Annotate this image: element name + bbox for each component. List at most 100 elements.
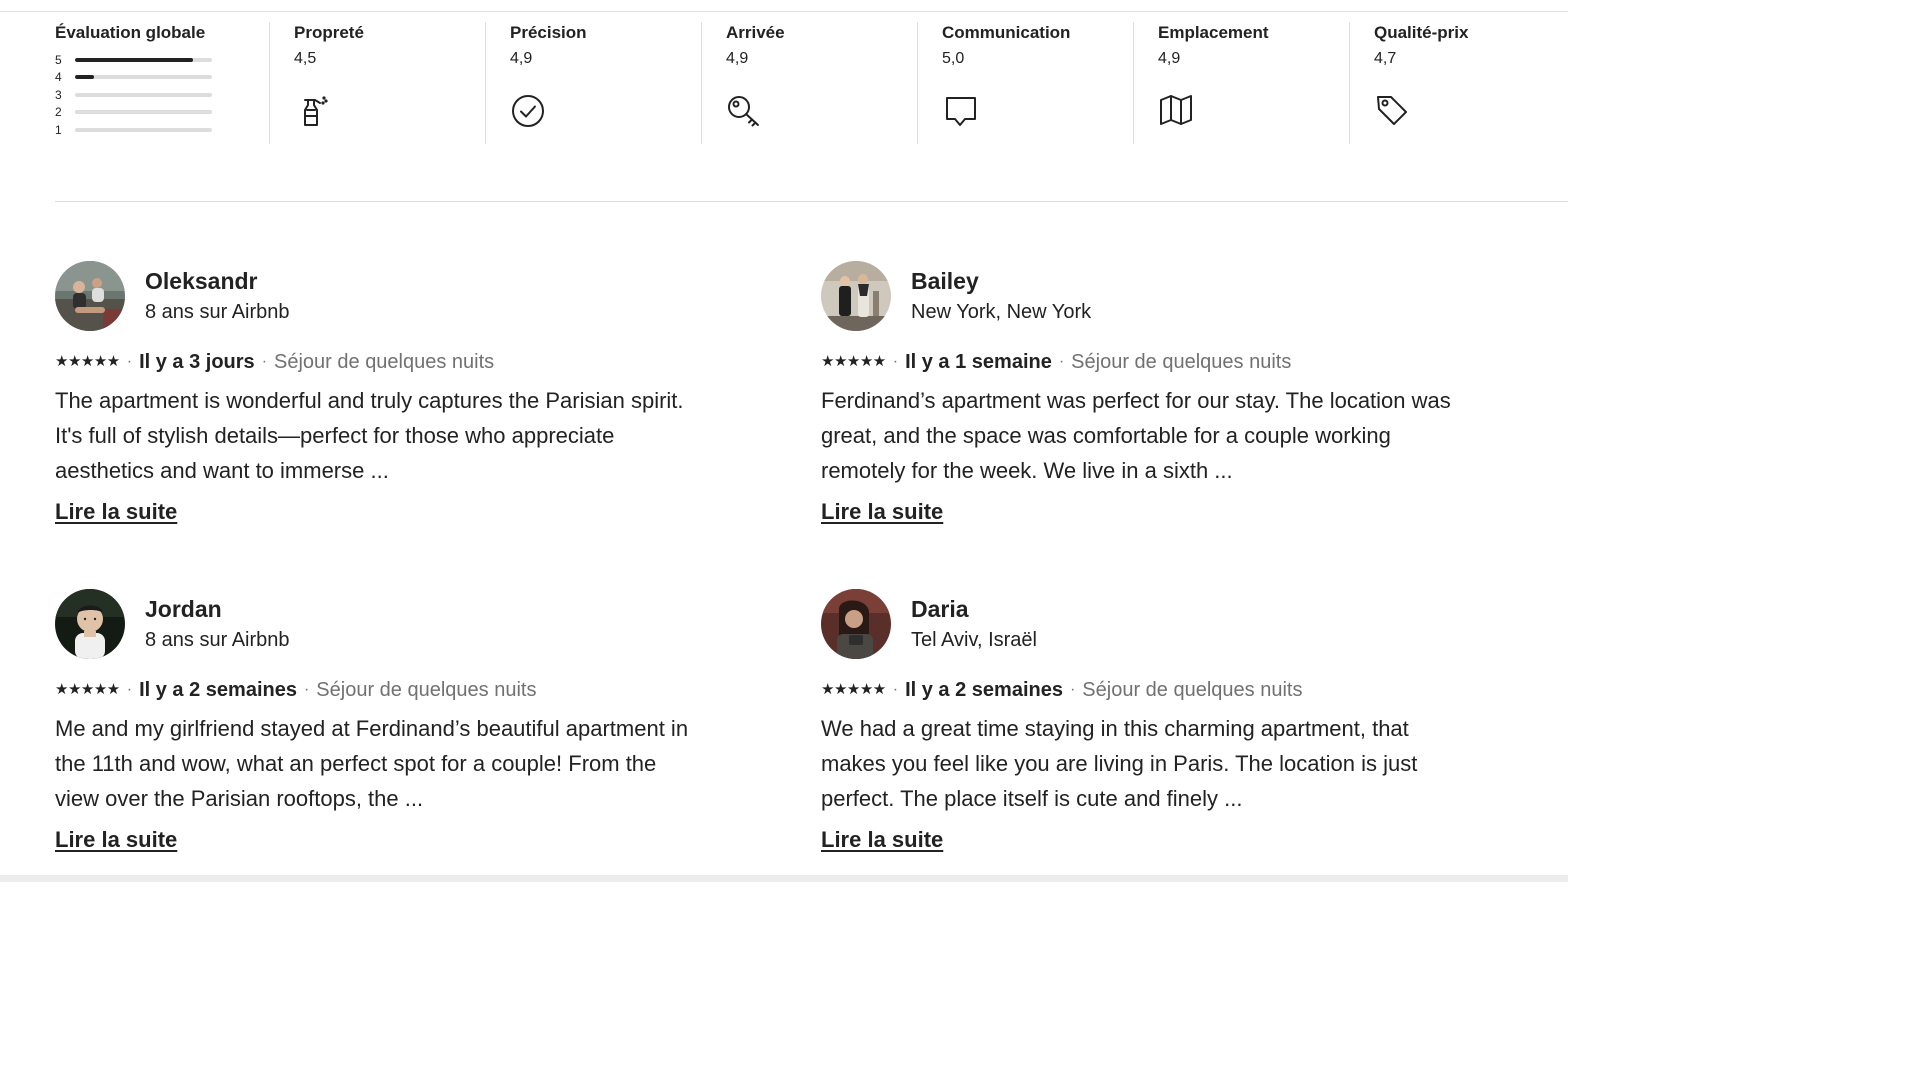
chat-bubble-icon bbox=[942, 92, 978, 128]
rating-bar-stars: 3 bbox=[55, 87, 62, 102]
key-icon bbox=[726, 92, 762, 128]
reviewer-name: Daria bbox=[911, 596, 969, 622]
category-value: 4,9 bbox=[510, 50, 533, 67]
reviewer-subtitle: 8 ans sur Airbnb bbox=[145, 629, 290, 651]
category-value: 4,7 bbox=[1374, 50, 1397, 67]
reviewer-header: Daria Tel Aviv, Israël bbox=[821, 589, 1481, 659]
category-cleanliness: Propreté 4,5 bbox=[270, 22, 486, 144]
category-label: Arrivée bbox=[726, 23, 785, 42]
separator-dot: · bbox=[1058, 353, 1065, 370]
rating-bar-fill bbox=[75, 57, 193, 62]
review-card: Jordan 8 ans sur Airbnb ★★★★★ · Il y a 2… bbox=[55, 589, 715, 854]
reviewer-name: Jordan bbox=[145, 596, 222, 622]
reviewer-subtitle: New York, New York bbox=[911, 301, 1092, 323]
review-date: Il y a 3 jours bbox=[139, 351, 255, 373]
star-rating: ★★★★★ bbox=[821, 681, 886, 698]
avatar[interactable] bbox=[55, 589, 125, 659]
rating-bar-row: 4 bbox=[55, 69, 269, 87]
reviewer-name: Bailey bbox=[911, 268, 979, 294]
separator-dot: · bbox=[1069, 681, 1076, 698]
review-card: Bailey New York, New York ★★★★★ · Il y a… bbox=[821, 261, 1481, 526]
rating-bar-row: 2 bbox=[55, 104, 269, 122]
category-location: Emplacement 4,9 bbox=[1134, 22, 1350, 144]
rating-bar-row: 5 bbox=[55, 51, 269, 69]
category-label: Précision bbox=[510, 23, 587, 42]
reviewer-header: Bailey New York, New York bbox=[821, 261, 1481, 331]
rating-bar-stars: 5 bbox=[55, 52, 62, 67]
category-value-for-money: Qualité-prix 4,7 bbox=[1350, 22, 1566, 144]
star-rating: ★★★★★ bbox=[55, 681, 120, 698]
map-icon bbox=[1158, 92, 1194, 128]
overall-rating: Évaluation globale 5 4 3 2 1 bbox=[55, 22, 270, 144]
review-meta: ★★★★★ · Il y a 3 jours · Séjour de quelq… bbox=[55, 349, 715, 375]
reviews-page: Évaluation globale 5 4 3 2 1 Propreté 4,… bbox=[0, 0, 1568, 882]
reviewer-header: Oleksandr 8 ans sur Airbnb bbox=[55, 261, 715, 331]
review-date: Il y a 2 semaines bbox=[905, 679, 1063, 701]
rating-bar-stars: 1 bbox=[55, 122, 62, 137]
review-meta: ★★★★★ · Il y a 2 semaines · Séjour de qu… bbox=[55, 677, 715, 703]
spray-bottle-icon bbox=[294, 92, 330, 128]
rating-bar-stars: 4 bbox=[55, 70, 62, 85]
category-label: Communication bbox=[942, 23, 1071, 42]
rating-bar-stars: 2 bbox=[55, 105, 62, 120]
review-card: Oleksandr 8 ans sur Airbnb ★★★★★ · Il y … bbox=[55, 261, 715, 526]
stay-type: Séjour de quelques nuits bbox=[316, 679, 537, 701]
separator-dot: · bbox=[892, 353, 899, 370]
avatar[interactable] bbox=[821, 261, 891, 331]
review-date: Il y a 1 semaine bbox=[905, 351, 1052, 373]
reviewer-subtitle: Tel Aviv, Israël bbox=[911, 629, 1037, 651]
reviewer-info: Oleksandr 8 ans sur Airbnb bbox=[145, 267, 290, 325]
category-communication: Communication 5,0 bbox=[918, 22, 1134, 144]
reviewer-name: Oleksandr bbox=[145, 268, 258, 294]
read-more-link[interactable]: Lire la suite bbox=[821, 498, 943, 526]
review-card: Daria Tel Aviv, Israël ★★★★★ · Il y a 2 … bbox=[821, 589, 1481, 854]
category-value: 4,5 bbox=[294, 50, 317, 67]
separator-dot: · bbox=[126, 353, 133, 370]
review-text: Me and my girlfriend stayed at Ferdinand… bbox=[55, 716, 689, 811]
review-text: Ferdinand’s apartment was perfect for ou… bbox=[821, 388, 1451, 483]
category-label: Propreté bbox=[294, 23, 364, 42]
read-more-link[interactable]: Lire la suite bbox=[55, 498, 177, 526]
reviewer-info: Jordan 8 ans sur Airbnb bbox=[145, 595, 290, 653]
category-label: Emplacement bbox=[1158, 23, 1269, 42]
category-value: 5,0 bbox=[942, 50, 965, 67]
category-check-in: Arrivée 4,9 bbox=[702, 22, 918, 144]
rating-bar-row: 3 bbox=[55, 86, 269, 104]
category-accuracy: Précision 4,9 bbox=[486, 22, 702, 144]
stay-type: Séjour de quelques nuits bbox=[1071, 351, 1292, 373]
stay-type: Séjour de quelques nuits bbox=[1082, 679, 1303, 701]
section-divider bbox=[55, 201, 1568, 202]
price-tag-icon bbox=[1374, 92, 1410, 128]
category-value: 4,9 bbox=[726, 50, 749, 67]
avatar[interactable] bbox=[55, 261, 125, 331]
review-text: The apartment is wonderful and truly cap… bbox=[55, 388, 684, 483]
separator-dot: · bbox=[303, 681, 310, 698]
separator-dot: · bbox=[261, 353, 268, 370]
rating-bar-track bbox=[75, 57, 212, 62]
read-more-link[interactable]: Lire la suite bbox=[55, 826, 177, 854]
reviewer-info: Bailey New York, New York bbox=[911, 267, 1091, 325]
read-more-link[interactable]: Lire la suite bbox=[821, 826, 943, 854]
separator-dot: · bbox=[126, 681, 133, 698]
rating-bar-track bbox=[75, 110, 212, 115]
top-border bbox=[0, 11, 1568, 12]
avatar[interactable] bbox=[821, 589, 891, 659]
review-date: Il y a 2 semaines bbox=[139, 679, 297, 701]
separator-dot: · bbox=[892, 681, 899, 698]
category-value: 4,9 bbox=[1158, 50, 1181, 67]
check-circle-icon bbox=[510, 92, 546, 128]
review-meta: ★★★★★ · Il y a 1 semaine · Séjour de que… bbox=[821, 349, 1481, 375]
rating-bar-track bbox=[75, 92, 212, 97]
rating-bar-fill bbox=[75, 75, 95, 80]
ratings-summary: Évaluation globale 5 4 3 2 1 Propreté 4,… bbox=[55, 22, 1566, 144]
rating-distribution: 5 4 3 2 1 bbox=[55, 51, 269, 139]
rating-bar-track bbox=[75, 127, 212, 132]
review-text: We had a great time staying in this char… bbox=[821, 716, 1418, 811]
reviewer-info: Daria Tel Aviv, Israël bbox=[911, 595, 1037, 653]
overall-rating-label: Évaluation globale bbox=[55, 23, 206, 42]
category-label: Qualité-prix bbox=[1374, 23, 1469, 42]
review-meta: ★★★★★ · Il y a 2 semaines · Séjour de qu… bbox=[821, 677, 1481, 703]
reviewer-header: Jordan 8 ans sur Airbnb bbox=[55, 589, 715, 659]
stay-type: Séjour de quelques nuits bbox=[274, 351, 495, 373]
rating-bar-row: 1 bbox=[55, 121, 269, 139]
